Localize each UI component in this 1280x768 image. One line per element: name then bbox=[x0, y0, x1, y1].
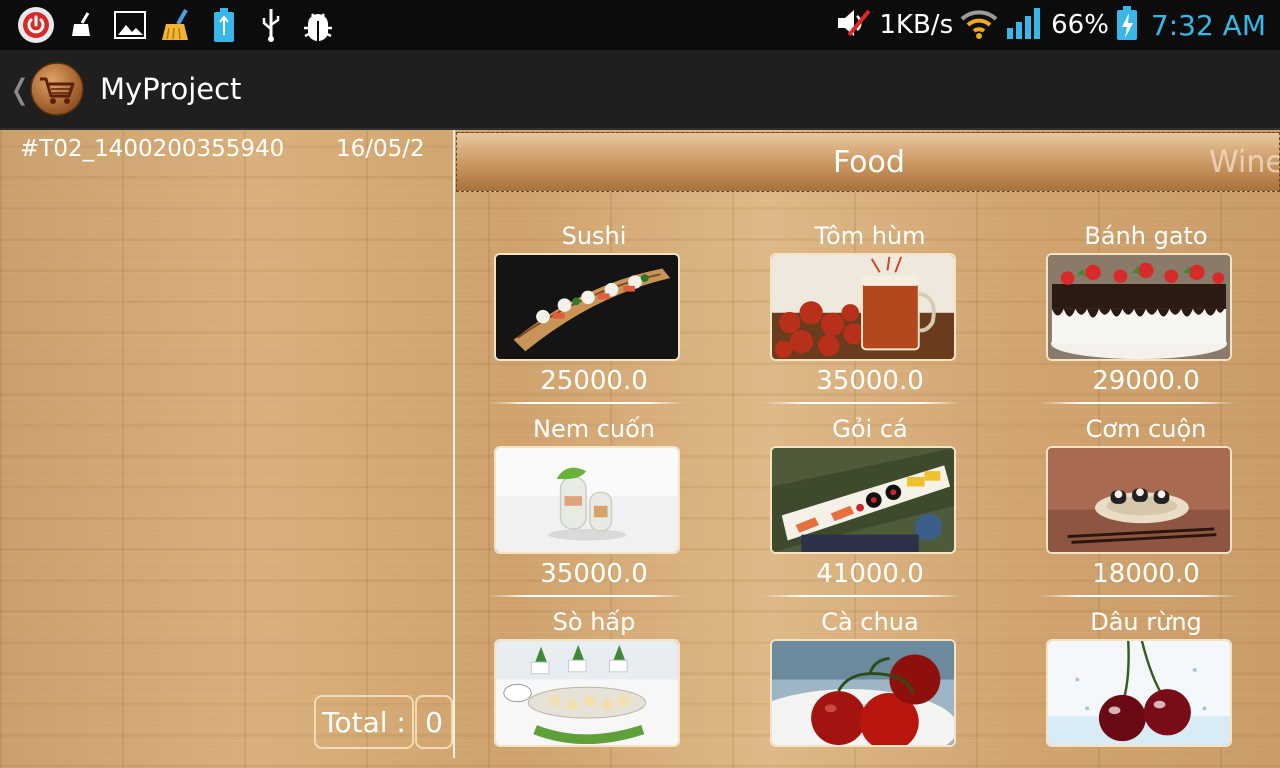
usb-icon bbox=[251, 5, 291, 45]
menu-item[interactable]: Cơm cuộn 18000.0 bbox=[1008, 403, 1280, 597]
menu-item[interactable]: Sò hấp bbox=[456, 596, 732, 768]
mute-icon bbox=[835, 7, 873, 43]
menu-item-price: 41000.0 bbox=[816, 559, 924, 589]
menu-item-photo[interactable] bbox=[770, 253, 956, 361]
menu-item-name: Cơm cuộn bbox=[1085, 415, 1207, 443]
battery-percent: 66% bbox=[1051, 10, 1109, 40]
menu-item-photo[interactable] bbox=[770, 446, 956, 554]
menu-item[interactable]: Gỏi cá 41000.0 bbox=[732, 403, 1008, 597]
menu-item-name: Cà chua bbox=[821, 608, 919, 636]
order-date: 16/05/2 bbox=[336, 136, 425, 162]
app-title: MyProject bbox=[100, 72, 242, 106]
power-icon bbox=[16, 5, 56, 45]
menu-item[interactable]: Nem cuốn 35000.0 bbox=[456, 403, 732, 597]
menu-item[interactable]: Dâu rừng bbox=[1008, 596, 1280, 768]
main-content: #T02_1400200355940 16/05/2 Total : 0 Foo… bbox=[0, 130, 1280, 768]
menu-item-photo[interactable] bbox=[1046, 639, 1232, 747]
bug-icon bbox=[298, 5, 338, 45]
menu-item-name: Bánh gato bbox=[1084, 222, 1208, 250]
menu-item-photo[interactable] bbox=[1046, 253, 1232, 361]
usb-battery-icon bbox=[204, 5, 244, 45]
menu-item-photo[interactable] bbox=[1046, 446, 1232, 554]
menu-item-photo[interactable] bbox=[494, 446, 680, 554]
cleaner-icon bbox=[157, 5, 197, 45]
total-label: Total : bbox=[314, 695, 414, 749]
panel-divider bbox=[453, 130, 455, 758]
menu-item-photo[interactable] bbox=[494, 253, 680, 361]
menu-item-price: 35000.0 bbox=[540, 559, 648, 589]
menu-item-price: 18000.0 bbox=[1092, 559, 1200, 589]
signal-icon bbox=[1005, 6, 1045, 44]
menu-item-price: 29000.0 bbox=[1092, 366, 1200, 396]
status-left-icons bbox=[16, 5, 345, 45]
menu-item-name: Gỏi cá bbox=[832, 415, 908, 443]
menu-item-photo[interactable] bbox=[770, 639, 956, 747]
menu-item-name: Sò hấp bbox=[552, 608, 636, 636]
wifi-icon bbox=[959, 7, 999, 43]
order-id: #T02_1400200355940 bbox=[20, 136, 285, 162]
menu-item-price: 35000.0 bbox=[816, 366, 924, 396]
menu-item[interactable]: Tôm hùm 35000.0 bbox=[732, 210, 1008, 404]
menu-item[interactable]: Sushi 25000.0 bbox=[456, 210, 732, 404]
menu-item-name: Dâu rừng bbox=[1090, 608, 1202, 636]
status-bar: 1KB/s 66% 7:32 AM bbox=[0, 0, 1280, 50]
tab-food[interactable]: Food bbox=[833, 145, 905, 180]
menu-item[interactable]: Bánh gato 29000.0 bbox=[1008, 210, 1280, 404]
menu-item-name: Sushi bbox=[561, 222, 627, 250]
network-speed: 1KB/s bbox=[879, 10, 954, 40]
clock: 7:32 AM bbox=[1150, 8, 1266, 42]
menu-item[interactable]: Cà chua bbox=[732, 596, 1008, 768]
up-caret-icon[interactable]: ❬ bbox=[8, 73, 31, 106]
category-tabs: Food Wine bbox=[456, 132, 1280, 192]
menu-item-price: 25000.0 bbox=[540, 366, 648, 396]
image-icon bbox=[110, 5, 150, 45]
shopping-cart-icon[interactable] bbox=[30, 62, 84, 116]
action-bar: ❬ MyProject bbox=[0, 50, 1280, 130]
broom-icon bbox=[63, 5, 103, 45]
menu-grid: Sushi 25000.0 Tôm hùm 35000.0 Bánh gato … bbox=[456, 210, 1280, 768]
menu-item-name: Tôm hùm bbox=[814, 222, 926, 250]
menu-item-photo[interactable] bbox=[494, 639, 680, 747]
status-right-indicators: 1KB/s 66% 7:32 AM bbox=[835, 5, 1266, 45]
order-panel: #T02_1400200355940 16/05/2 Total : 0 bbox=[0, 130, 455, 768]
menu-item-name: Nem cuốn bbox=[532, 415, 656, 443]
tab-wine[interactable]: Wine bbox=[1209, 145, 1279, 180]
total-value: 0 bbox=[415, 695, 453, 749]
battery-charging-icon bbox=[1115, 5, 1139, 45]
